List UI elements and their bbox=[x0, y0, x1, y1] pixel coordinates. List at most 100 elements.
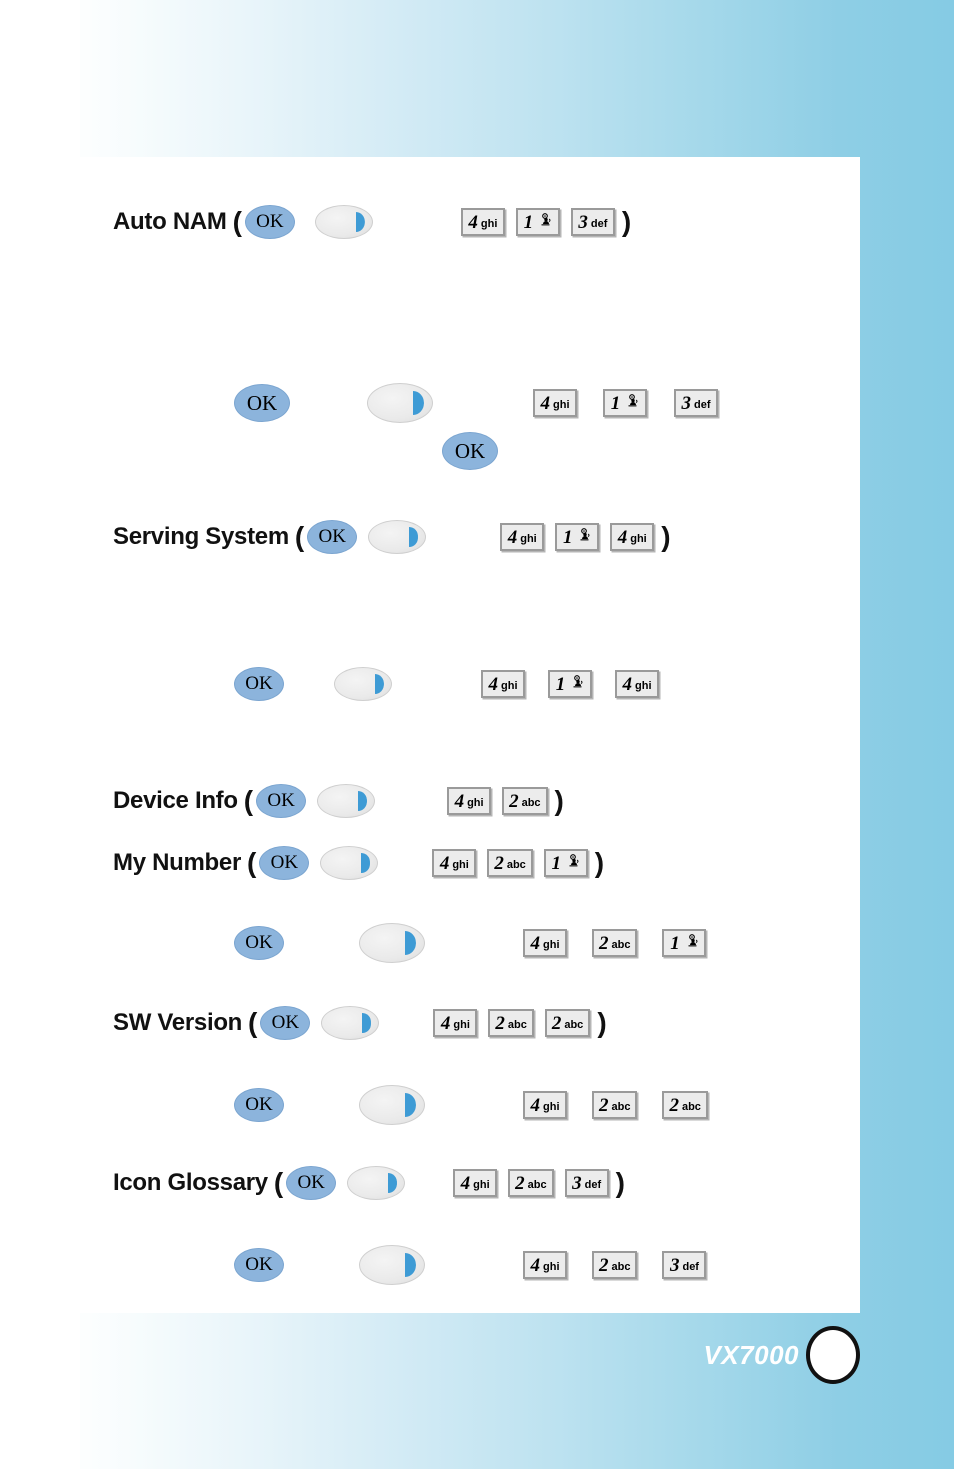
ok-key[interactable]: OK bbox=[234, 384, 290, 422]
ok-key[interactable]: OK bbox=[260, 1006, 311, 1040]
key-4-ghi[interactable]: 4 ghi bbox=[533, 389, 577, 417]
right-navigation-key-icon[interactable] bbox=[367, 383, 433, 423]
key-4-ghi[interactable]: 4 ghi bbox=[523, 1091, 567, 1119]
key-letters: abc bbox=[611, 1100, 631, 1113]
row-serving-system-inline: Serving System ( OK 4 ghi 1 4 ghi ) bbox=[113, 520, 671, 554]
key-letters: ghi bbox=[480, 217, 498, 230]
right-navigation-key-icon[interactable] bbox=[317, 784, 376, 818]
key-digit: 1 bbox=[670, 932, 680, 954]
key-letters: ghi bbox=[543, 938, 560, 951]
ok-key[interactable]: OK bbox=[234, 1088, 284, 1122]
key-digit: 3 bbox=[578, 211, 588, 233]
key-digit: 2 bbox=[599, 1254, 609, 1276]
key-digit: 4 bbox=[454, 790, 465, 812]
right-navigation-key-icon[interactable] bbox=[320, 846, 379, 880]
key-2-abc[interactable]: 2 abc bbox=[592, 1091, 638, 1119]
right-navigation-key-icon[interactable] bbox=[314, 205, 373, 239]
key-digit: 2 bbox=[515, 1172, 525, 1194]
key-4-ghi[interactable]: 4 ghi bbox=[523, 929, 567, 957]
key-3-def[interactable]: 3 def bbox=[674, 389, 718, 417]
ok-key[interactable]: OK bbox=[234, 667, 284, 701]
key-4-ghi[interactable]: 4 ghi bbox=[447, 787, 492, 815]
row-serving-system-expanded: OK 4 ghi 1 4 ghi bbox=[234, 667, 659, 701]
key-4-ghi[interactable]: 4 ghi bbox=[523, 1251, 567, 1279]
right-navigation-key-icon[interactable] bbox=[321, 1006, 380, 1040]
key-4-ghi[interactable]: 4 ghi bbox=[460, 208, 505, 236]
key-4-ghi[interactable]: 4 ghi bbox=[481, 670, 525, 698]
key-3-def[interactable]: 3 def bbox=[564, 1169, 609, 1197]
key-digit: 3 bbox=[681, 392, 692, 414]
key-2-abc[interactable]: 2 abc bbox=[544, 1009, 591, 1037]
key-4-ghi[interactable]: 4 ghi bbox=[610, 523, 655, 551]
nav-crescent-icon bbox=[405, 1253, 416, 1277]
key-digit: 4 bbox=[622, 673, 633, 695]
key-1-voicemail[interactable]: 1 bbox=[603, 389, 647, 417]
right-navigation-key-icon[interactable] bbox=[334, 667, 392, 701]
key-letters: ghi bbox=[452, 858, 469, 871]
close-paren: ) bbox=[615, 1167, 625, 1198]
key-digit: 4 bbox=[440, 1012, 451, 1034]
right-navigation-key-icon[interactable] bbox=[359, 1085, 425, 1125]
key-letters: abc bbox=[507, 1018, 527, 1031]
key-letters: abc bbox=[506, 858, 526, 871]
key-letters: abc bbox=[527, 1178, 547, 1191]
key-1-voicemail[interactable]: 1 bbox=[662, 929, 707, 957]
ok-key[interactable]: OK bbox=[286, 1166, 337, 1200]
key-letters: def bbox=[590, 217, 608, 230]
key-digit: 2 bbox=[599, 932, 609, 954]
key-4-ghi[interactable]: 4 ghi bbox=[615, 670, 659, 698]
row-my-number-expanded: OK 4 ghi 2 abc 1 bbox=[234, 923, 707, 963]
key-letters: abc bbox=[521, 796, 541, 809]
open-paren: ( bbox=[294, 521, 305, 552]
row-sw-version-inline: SW Version ( OK 4 ghi 2 abc 2 abc ) bbox=[113, 1006, 607, 1040]
voicemail-icon bbox=[624, 393, 639, 413]
key-1-voicemail[interactable]: 1 bbox=[555, 523, 600, 551]
ok-key[interactable]: OK bbox=[259, 846, 310, 880]
key-digit: 4 bbox=[540, 392, 551, 414]
key-2-abc[interactable]: 2 abc bbox=[487, 849, 533, 877]
ok-key[interactable]: OK bbox=[244, 205, 295, 239]
key-letters: def bbox=[584, 1178, 602, 1191]
key-4-ghi[interactable]: 4 ghi bbox=[453, 1169, 498, 1197]
key-digit: 1 bbox=[610, 392, 621, 414]
section-label-device-info: Device Info bbox=[113, 787, 238, 814]
key-1-voicemail[interactable]: 1 bbox=[515, 208, 560, 236]
key-digit: 2 bbox=[599, 1094, 609, 1116]
key-2-abc[interactable]: 2 abc bbox=[502, 787, 548, 815]
ok-key[interactable]: OK bbox=[442, 432, 498, 470]
key-digit: 3 bbox=[669, 1254, 680, 1276]
key-2-abc[interactable]: 2 abc bbox=[508, 1169, 554, 1197]
key-letters: abc bbox=[564, 1018, 584, 1031]
key-digit: 4 bbox=[468, 211, 478, 233]
key-2-abc[interactable]: 2 abc bbox=[662, 1091, 708, 1119]
right-navigation-key-icon[interactable] bbox=[347, 1166, 406, 1200]
key-3-def[interactable]: 3 def bbox=[570, 208, 615, 236]
key-2-abc[interactable]: 2 abc bbox=[592, 929, 638, 957]
ok-key[interactable]: OK bbox=[234, 926, 284, 960]
nav-crescent-icon bbox=[358, 791, 368, 811]
ok-key[interactable]: OK bbox=[307, 520, 358, 554]
ok-key[interactable]: OK bbox=[256, 784, 307, 818]
nav-crescent-icon bbox=[405, 1093, 416, 1117]
key-4-ghi[interactable]: 4 ghi bbox=[500, 523, 545, 551]
key-letters: def bbox=[694, 398, 711, 411]
key-4-ghi[interactable]: 4 ghi bbox=[432, 849, 477, 877]
voicemail-icon bbox=[569, 674, 584, 694]
row-my-number-inline: My Number ( OK 4 ghi 2 abc 1 ) bbox=[113, 846, 604, 880]
key-2-abc[interactable]: 2 abc bbox=[488, 1009, 534, 1037]
close-paren: ) bbox=[597, 1007, 607, 1038]
key-2-abc[interactable]: 2 abc bbox=[592, 1251, 638, 1279]
right-navigation-key-icon[interactable] bbox=[359, 923, 425, 963]
key-1-voicemail[interactable]: 1 bbox=[548, 670, 592, 698]
key-digit: 4 bbox=[439, 852, 450, 874]
right-navigation-key-icon[interactable] bbox=[359, 1245, 425, 1285]
key-4-ghi[interactable]: 4 ghi bbox=[433, 1009, 478, 1037]
key-letters: ghi bbox=[543, 1260, 560, 1273]
section-label-auto-nam: Auto NAM bbox=[113, 208, 227, 235]
row-icon-glossary-inline: Icon Glossary ( OK 4 ghi 2 abc 3 def ) bbox=[113, 1166, 625, 1200]
right-navigation-key-icon[interactable] bbox=[368, 520, 427, 554]
key-3-def[interactable]: 3 def bbox=[662, 1251, 707, 1279]
key-digit: 4 bbox=[617, 526, 628, 548]
ok-key[interactable]: OK bbox=[234, 1248, 284, 1282]
key-1-voicemail[interactable]: 1 bbox=[543, 849, 588, 877]
